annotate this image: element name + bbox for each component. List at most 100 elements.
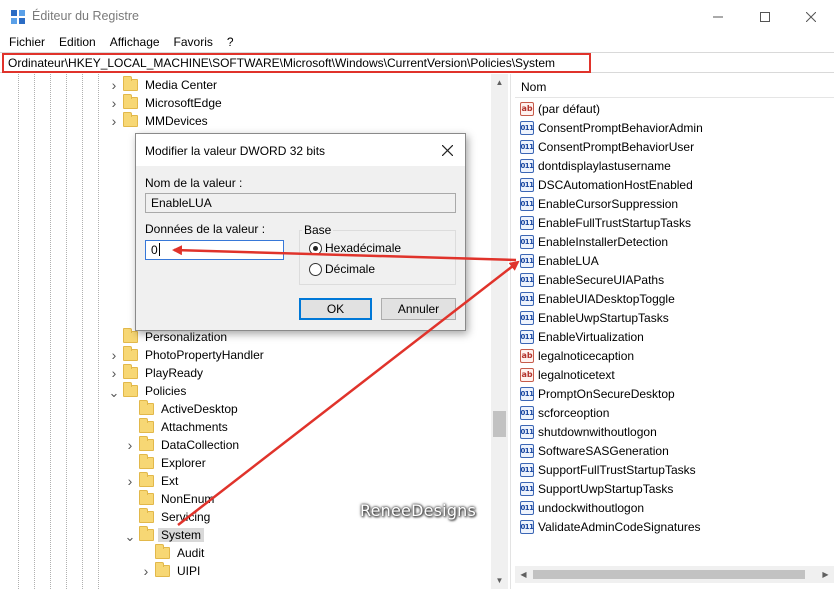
tree-item[interactable]: › UIPI [140,562,203,580]
dword-value-icon: 011 [520,139,534,154]
values-hscroll-thumb[interactable] [533,570,805,579]
chevron-right-icon[interactable]: › [140,563,152,579]
tree-item-label: ActiveDesktop [161,402,238,416]
tree-scrollbar[interactable]: ▲ ▼ [491,74,508,589]
dialog-close-button[interactable] [437,140,457,160]
value-name: EnableLUA [538,253,599,268]
tree-item[interactable]: › PhotoPropertyHandler [108,346,267,364]
tree-item[interactable]: Servicing [124,508,213,526]
chevron-right-icon[interactable]: › [124,473,136,489]
value-row[interactable]: ab legalnoticecaption [520,346,634,365]
value-row[interactable]: 011 EnableSecureUIAPaths [520,270,664,289]
scroll-right-arrow[interactable]: ▶ [817,566,834,583]
value-row[interactable]: 011 shutdownwithoutlogon [520,422,657,441]
dword-value-icon: 011 [520,519,534,534]
chevron-right-icon[interactable]: › [124,437,136,453]
radio-button[interactable] [309,262,322,276]
radio-button-checked[interactable] [309,241,322,255]
tree-item[interactable]: Audit [140,544,207,562]
chevron-down-icon[interactable]: ⌄ [124,529,136,544]
value-row[interactable]: 011 undockwithoutlogon [520,498,644,517]
tree-item[interactable]: ⌄ System [124,526,205,544]
tree-item[interactable]: › PlayReady [108,364,206,382]
menu-favoris[interactable]: Favoris [167,33,220,52]
chevron-right-icon[interactable]: › [108,95,120,111]
values-pane[interactable]: Nom ab (par défaut) 011 ConsentPromptBehavi… [515,74,834,589]
radio-decimal[interactable]: Décimale [309,262,375,276]
radio-hexadecimal[interactable]: Hexadécimale [309,241,401,255]
tree-item-label: Attachments [161,420,228,434]
value-row[interactable]: 011 ConsentPromptBehaviorUser [520,137,694,156]
dword-value-icon: 011 [520,405,534,420]
close-button[interactable] [788,0,834,33]
menu-fichier[interactable]: Fichier [2,33,52,52]
folder-icon [123,94,138,109]
scroll-left-arrow[interactable]: ◀ [515,566,532,583]
folder-icon [123,382,138,397]
scroll-up-arrow[interactable]: ▲ [491,74,508,91]
tree-item[interactable]: › MicrosoftEdge [108,94,225,112]
tree-guide [98,74,99,589]
value-row[interactable]: 011 SupportUwpStartupTasks [520,479,673,498]
menu-edition[interactable]: Edition [52,33,103,52]
tree-item-label: NonEnum [161,492,215,506]
value-row[interactable]: 011 EnableCursorSuppression [520,194,678,213]
value-row[interactable]: 011 ConsentPromptBehaviorAdmin [520,118,703,137]
tree-item[interactable]: NonEnum [124,490,217,508]
value-name: EnableVirtualization [538,329,644,344]
value-row[interactable]: 011 EnableUIADesktopToggle [520,289,675,308]
value-row[interactable]: 011 PromptOnSecureDesktop [520,384,675,403]
value-name-text: EnableLUA [151,196,212,210]
value-row[interactable]: 011 ValidateAdminCodeSignatures [520,517,701,536]
dword-value-icon: 011 [520,177,534,192]
menu-affichage[interactable]: Affichage [103,33,167,52]
value-row[interactable]: 011 scforceoption [520,403,609,422]
chevron-right-icon[interactable]: › [108,77,120,93]
tree-scroll-thumb[interactable] [493,411,506,437]
value-row[interactable]: 011 EnableFullTrustStartupTasks [520,213,691,232]
tree-item-label: MicrosoftEdge [145,96,222,110]
value-row[interactable]: ab legalnoticetext [520,365,615,384]
value-data-input[interactable]: 0 [145,240,284,260]
value-row[interactable]: 011 EnableInstallerDetection [520,232,668,251]
maximize-button[interactable] [742,0,788,33]
chevron-down-icon[interactable]: ⌄ [108,385,120,400]
value-row[interactable]: 011 EnableUwpStartupTasks [520,308,669,327]
chevron-right-icon[interactable]: › [108,113,120,129]
values-hscrollbar[interactable]: ◀ ▶ [515,566,834,583]
value-row[interactable]: 011 EnableVirtualization [520,327,644,346]
folder-icon [139,490,154,505]
scroll-down-arrow[interactable]: ▼ [491,572,508,589]
tree-item[interactable]: Explorer [124,454,209,472]
value-name: EnableUwpStartupTasks [538,310,669,325]
chevron-right-icon[interactable]: › [108,347,120,363]
dword-value-icon: 011 [520,500,534,515]
value-row[interactable]: 011 DSCAutomationHostEnabled [520,175,693,194]
tree-item[interactable]: › MMDevices [108,112,211,130]
tree-item[interactable]: › Media Center [108,76,220,94]
title-bar: Éditeur du Registre [0,0,834,33]
minimize-button[interactable] [695,0,741,33]
value-row[interactable]: 011 SupportFullTrustStartupTasks [520,460,696,479]
tree-item[interactable]: › DataCollection [124,436,242,454]
value-name: legalnoticetext [538,367,615,382]
value-name-label: Nom de la valeur : [145,176,243,190]
tree-item[interactable]: Attachments [124,418,231,436]
value-row[interactable]: ab (par défaut) [520,99,600,118]
value-row[interactable]: 011 EnableLUA [520,251,599,270]
tree-item[interactable]: › Ext [124,472,181,490]
dword-value-icon: 011 [520,329,534,344]
cancel-button[interactable]: Annuler [381,298,456,320]
address-bar[interactable]: Ordinateur\HKEY_LOCAL_MACHINE\SOFTWARE\M… [0,52,834,73]
folder-icon [139,418,154,433]
value-row[interactable]: 011 SoftwareSASGeneration [520,441,669,460]
value-row[interactable]: 011 dontdisplaylastusername [520,156,671,175]
tree-item-label: PlayReady [145,366,204,380]
ok-button[interactable]: OK [299,298,372,320]
menu-help[interactable]: ? [220,33,241,52]
column-header-name[interactable]: Nom [515,74,834,98]
tree-item[interactable]: ⌄ Policies [108,382,189,400]
tree-item[interactable]: ActiveDesktop [124,400,241,418]
chevron-right-icon[interactable]: › [108,365,120,381]
